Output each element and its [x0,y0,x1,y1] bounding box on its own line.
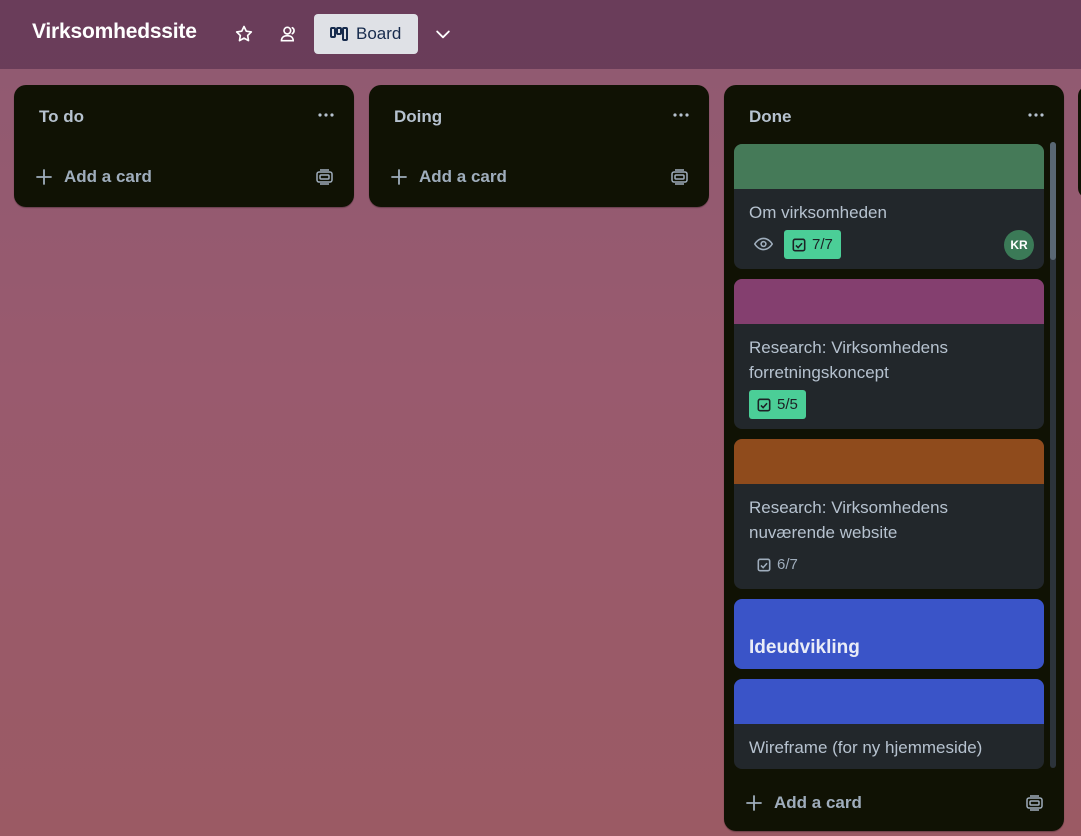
chevron-down-icon [436,30,450,39]
card-title: Wireframe (for ny hjemmeside) [749,738,983,757]
list-menu-button[interactable] [667,101,695,129]
checkbox-icon [757,558,771,571]
more-horizontal-icon [318,113,334,117]
board-view-label: Board [356,24,402,43]
avatar[interactable]: KR [1004,230,1034,260]
board-view-button[interactable]: Board [314,14,418,54]
add-card-button[interactable]: Add a card [732,783,1002,823]
board-columns-icon [330,27,348,41]
list-title[interactable]: Done [749,107,792,127]
board-header: Virksomhedssite Board [0,0,1081,69]
add-card-label: Add a card [774,793,862,812]
list-todo: To do Add a card [14,85,354,207]
card-cover [734,144,1044,189]
list-menu-button[interactable] [312,101,340,129]
checklist-badge: 5/5 [749,390,806,419]
visibility-button[interactable] [273,18,305,50]
list-menu-button[interactable] [1022,101,1050,129]
list-done: Done Om virksomheden 7/7 KR Research: Vi… [724,85,1064,831]
checklist-count: 6/7 [777,556,798,573]
more-horizontal-icon [673,113,689,117]
card-title: Om virksomheden [749,203,887,222]
more-horizontal-icon [1028,113,1044,117]
checkbox-icon [792,238,806,251]
people-icon [280,26,295,42]
card-cover [734,439,1044,484]
star-button[interactable] [228,18,260,50]
card-title: Ideudvikling [749,637,860,658]
list-doing: Doing Add a card [369,85,709,207]
eye-icon [754,237,773,251]
card-research-website[interactable]: Research: Virksomhedens nuværende websit… [734,439,1044,589]
add-card-button[interactable]: Add a card [22,157,292,197]
list-scrollbar[interactable] [1050,142,1056,768]
card-template-icon [670,169,688,185]
card-research-forretningskoncept[interactable]: Research: Virksomhedens forretningskonce… [734,279,1044,429]
card-title: Research: Virksomhedens forretningskonce… [749,338,949,382]
plus-icon [36,169,52,185]
star-icon [235,25,253,42]
add-card-button[interactable]: Add a card [377,157,647,197]
plus-icon [391,169,407,185]
list-title[interactable]: To do [39,107,84,127]
card-template-icon [315,169,333,185]
add-card-label: Add a card [419,167,507,186]
checklist-count: 7/7 [812,236,833,253]
card-cover [734,279,1044,324]
checklist-badge: 6/7 [749,550,806,579]
checklist-count: 5/5 [777,396,798,413]
card-om-virksomheden[interactable]: Om virksomheden 7/7 KR [734,144,1044,269]
plus-icon [746,795,762,811]
card-cover [734,679,1044,724]
create-from-template-button[interactable] [1020,789,1048,817]
create-from-template-button[interactable] [310,163,338,191]
checkbox-icon [757,398,771,411]
board-title[interactable]: Virksomhedssite [32,20,197,44]
list-title[interactable]: Doing [394,107,442,127]
scroll-thumb[interactable] [1050,142,1056,260]
view-switcher-button[interactable] [427,18,459,50]
card-template-icon [1025,795,1043,811]
card-ideudvikling[interactable]: Ideudvikling [734,599,1044,669]
card-title: Research: Virksomhedens nuværende websit… [749,498,949,542]
checklist-badge: 7/7 [784,230,841,259]
card-wireframe[interactable]: Wireframe (for ny hjemmeside) [734,679,1044,769]
add-card-label: Add a card [64,167,152,186]
create-from-template-button[interactable] [665,163,693,191]
